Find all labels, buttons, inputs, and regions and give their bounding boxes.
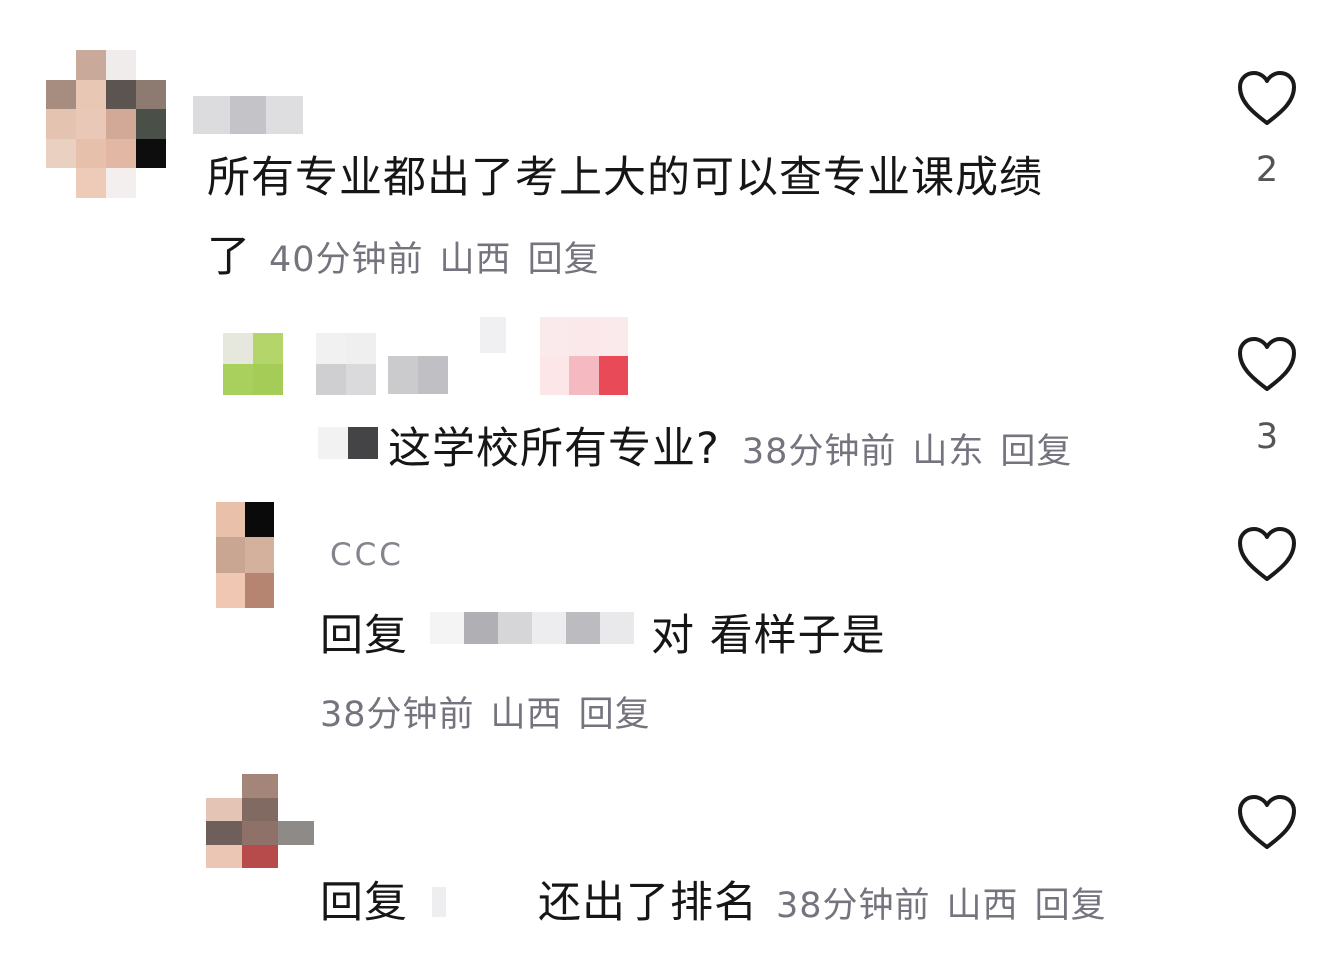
comment-time: 40分钟前 xyxy=(269,240,424,280)
username-redacted-part xyxy=(480,317,506,353)
avatar[interactable] xyxy=(206,774,314,868)
comment-meta: 40分钟前 山西 回复 xyxy=(269,240,616,280)
comment-text: 所有专业都出了考上大的可以查专业课成绩 xyxy=(207,153,1043,203)
reply-line: 这学校所有专业? 38分钟前 山东 回复 xyxy=(388,414,1088,476)
avatar[interactable] xyxy=(223,333,283,395)
username-redacted-part xyxy=(388,356,448,394)
mention-redacted xyxy=(430,612,634,644)
reply-line: 回复 xyxy=(320,868,408,930)
reply-button[interactable]: 回复 xyxy=(1035,886,1107,926)
comment-text: 这学校所有专业? xyxy=(388,424,720,474)
avatar[interactable] xyxy=(216,502,274,608)
reply-prefix: 回复 xyxy=(320,878,408,928)
comment-list: 所有专业都出了考上大的可以查专业课成绩 了 40分钟前 山西 回复 2 这学校所… xyxy=(0,0,1332,956)
comment-text: 还出了排名 xyxy=(538,878,758,928)
like-count: 2 xyxy=(1255,150,1279,190)
comment-location: 山西 xyxy=(439,240,512,280)
reply-button[interactable]: 回复 xyxy=(579,695,651,735)
reply-line: 回复 xyxy=(320,601,408,663)
avatar[interactable] xyxy=(46,50,166,198)
reply-prefix: 回复 xyxy=(320,611,408,661)
comment-location: 山西 xyxy=(946,886,1019,926)
comment-location: 山西 xyxy=(490,695,563,735)
heart-icon[interactable] xyxy=(1237,526,1297,582)
heart-icon[interactable] xyxy=(1237,794,1297,850)
comment-meta: 38分钟前 山西 回复 xyxy=(320,686,667,737)
reply-button[interactable]: 回复 xyxy=(528,240,600,280)
comment-text-continued: 了 xyxy=(207,232,251,282)
heart-icon[interactable] xyxy=(1237,336,1297,392)
username[interactable]: CCC xyxy=(330,537,404,573)
username-redacted[interactable] xyxy=(193,96,303,134)
reply-button[interactable]: 回复 xyxy=(1000,432,1072,472)
badge-redacted xyxy=(540,317,628,395)
comment-meta: 38分钟前 山东 回复 xyxy=(742,432,1089,472)
comment-meta: 38分钟前 山西 回复 xyxy=(776,886,1123,926)
comment-time: 38分钟前 xyxy=(320,695,475,735)
comment-text: 对 看样子是 xyxy=(651,611,886,661)
comment-time: 38分钟前 xyxy=(741,432,897,472)
comment-time: 38分钟前 xyxy=(776,886,931,926)
comment-location: 山东 xyxy=(912,432,985,472)
mention-redacted xyxy=(432,887,446,917)
comment-second-line: 了 40分钟前 山西 回复 xyxy=(207,222,616,284)
like-count: 3 xyxy=(1255,417,1279,457)
mention-redacted xyxy=(318,427,378,459)
heart-icon[interactable] xyxy=(1237,70,1297,126)
username-redacted[interactable] xyxy=(316,333,376,395)
reply-line-body: 还出了排名 38分钟前 山西 回复 xyxy=(538,868,1123,930)
